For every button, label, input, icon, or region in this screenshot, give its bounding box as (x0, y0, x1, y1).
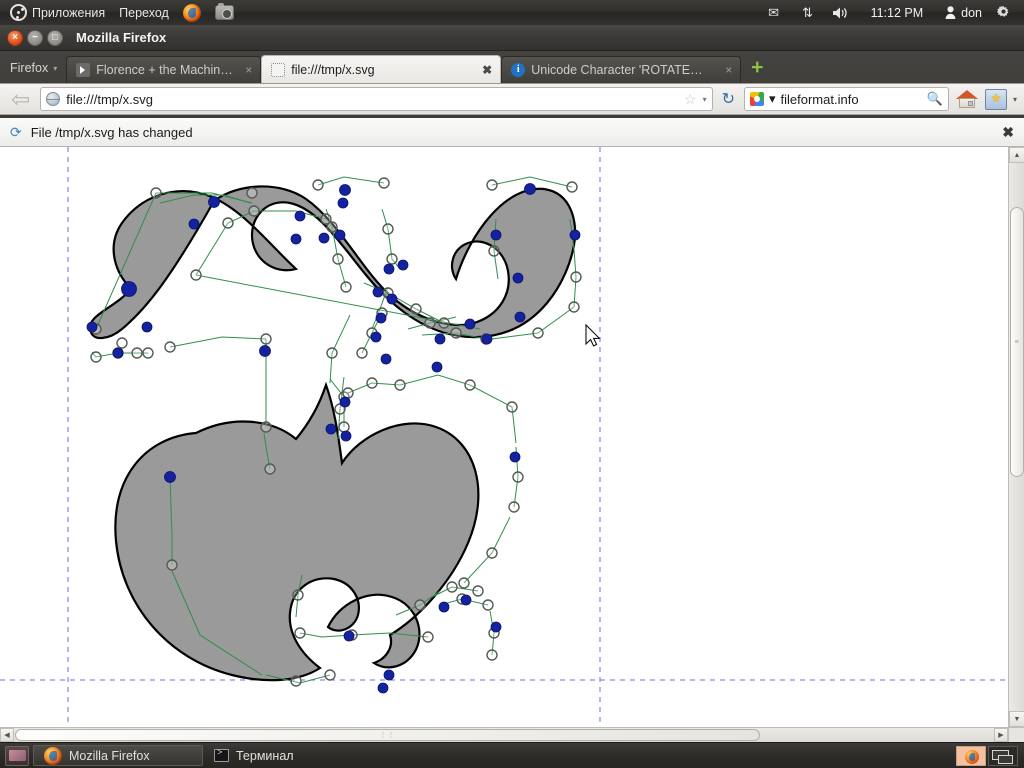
reload-button[interactable]: ↻ (719, 89, 738, 109)
workspace-1[interactable] (956, 745, 986, 766)
browser-content: ▲ ≡ ▼ ◀ ⋮⋮ ▶ (0, 147, 1024, 742)
window-maximize-button[interactable]: □ (47, 29, 63, 46)
clock-indicator[interactable]: 11:12 PM (856, 1, 939, 24)
user-name-label: don (961, 5, 982, 20)
navigation-toolbar: ⇦ file:///tmp/x.svg ☆ ▾ ↻ ▾ fileformat.i… (0, 83, 1024, 115)
clock-label: 11:12 PM (870, 5, 924, 20)
user-menu[interactable]: don (938, 1, 989, 24)
new-tab-button[interactable]: + (745, 55, 769, 79)
path-upper-flourish[interactable] (88, 185, 577, 340)
scroll-left-button[interactable]: ◀ (0, 728, 14, 742)
mail-indicator[interactable]: ✉ (757, 1, 791, 24)
scroll-down-button[interactable]: ▼ (1009, 711, 1024, 727)
maximize-icon: □ (51, 31, 59, 43)
horizontal-scroll-thumb[interactable]: ⋮⋮ (15, 729, 760, 741)
mini-window (998, 754, 1013, 764)
google-icon (749, 92, 764, 106)
chevron-down-icon[interactable]: ▾ (703, 95, 707, 104)
bookmarks-button[interactable] (984, 88, 1007, 110)
applications-menu-label: Приложения (32, 5, 106, 20)
tab-close-icon[interactable]: × (243, 63, 254, 77)
chevron-down-icon[interactable]: ▾ (1013, 95, 1017, 104)
firefox-menu-label: Firefox (10, 61, 49, 75)
blank-document-icon (271, 62, 286, 77)
notification-bar: ⟳ File /tmp/x.svg has changed ✖ (0, 118, 1024, 147)
session-menu[interactable] (989, 1, 1018, 24)
mail-icon: ✉ (768, 4, 780, 20)
firefox-icon (44, 746, 62, 765)
mouse-pointer-icon (585, 323, 601, 347)
volume-icon (832, 7, 847, 18)
bookmark-star-icon[interactable]: ☆ (684, 91, 697, 108)
task-label: Mozilla Firefox (69, 748, 150, 763)
window-titlebar: × − □ Mozilla Firefox (0, 25, 1024, 51)
network-indicator[interactable]: ⇅ (791, 1, 825, 24)
task-mozilla-firefox[interactable]: Mozilla Firefox (33, 745, 203, 766)
window-close-button[interactable]: × (7, 29, 23, 46)
tab-x-svg[interactable]: file:///tmp/x.svg ✖ (261, 55, 502, 83)
workspace-2[interactable] (988, 745, 1018, 766)
terminal-icon (214, 748, 229, 762)
places-menu-label: Переход (119, 5, 169, 20)
firefox-launcher[interactable] (176, 1, 208, 24)
tab-florence[interactable]: Florence + the Machine "Sh… × (66, 56, 262, 83)
applications-menu[interactable]: Приложения (3, 1, 112, 24)
home-button[interactable] (955, 88, 979, 110)
notification-close-icon[interactable]: ✖ (1002, 124, 1014, 141)
network-icon: ⇅ (802, 4, 814, 20)
panel-right-group: ✉ ⇅ 11:12 PM don (757, 1, 1024, 24)
workspace-switcher (956, 745, 1022, 766)
search-input[interactable]: fileformat.info (781, 92, 922, 107)
video-play-icon (76, 63, 91, 77)
tab-label: Unicode Character 'ROTATE… (531, 63, 703, 77)
globe-icon (46, 92, 61, 106)
magnifier-icon[interactable]: 🔍 (927, 91, 943, 107)
places-menu[interactable]: Переход (112, 1, 176, 24)
chevron-down-icon[interactable]: ▾ (769, 91, 776, 107)
firefox-icon (965, 749, 979, 764)
tab-close-icon[interactable]: ✖ (480, 63, 494, 77)
person-icon (945, 6, 956, 19)
minimize-icon: − (32, 31, 38, 43)
info-icon: i (511, 63, 526, 77)
screen-root: Приложения Переход ✉ ⇅ 11:12 PM don × − … (0, 0, 1024, 768)
back-button[interactable]: ⇦ (7, 87, 34, 111)
screenshot-camera-icon (214, 3, 234, 20)
search-bar[interactable]: ▾ fileformat.info 🔍 (743, 87, 949, 111)
task-label: Терминал (236, 748, 294, 763)
scrollbar-corner (1008, 727, 1024, 742)
window-title: Mozilla Firefox (76, 30, 167, 45)
chevron-down-icon: ▾ (53, 63, 58, 73)
vertical-scrollbar[interactable]: ▲ ≡ ▼ (1008, 147, 1024, 727)
address-bar[interactable]: file:///tmp/x.svg ☆ ▾ (40, 87, 713, 111)
firefox-menu-button[interactable]: Firefox ▾ (4, 56, 66, 80)
scroll-up-button[interactable]: ▲ (1009, 147, 1024, 163)
firefox-launcher-icon (182, 3, 201, 22)
tab-strip: Firefox ▾ Florence + the Machine "Sh… × … (0, 51, 1024, 83)
volume-indicator[interactable] (825, 1, 856, 24)
tab-unicode-character[interactable]: i Unicode Character 'ROTATE… × (501, 56, 742, 83)
ubuntu-logo-icon (10, 4, 27, 21)
close-icon: × (12, 31, 18, 43)
reload-icon[interactable]: ⟳ (10, 124, 22, 141)
gear-icon (996, 6, 1009, 17)
top-panel: Приложения Переход ✉ ⇅ 11:12 PM don (0, 0, 1024, 25)
tab-close-icon[interactable]: × (723, 63, 734, 77)
svg-canvas[interactable] (0, 147, 1008, 727)
show-desktop-icon[interactable] (5, 745, 29, 766)
task-terminal[interactable]: Терминал (203, 745, 373, 766)
tab-label: file:///tmp/x.svg (291, 62, 375, 77)
address-bar-value[interactable]: file:///tmp/x.svg (66, 92, 678, 107)
path-node-selected (121, 281, 137, 297)
notification-message: File /tmp/x.svg has changed (30, 124, 193, 140)
window-minimize-button[interactable]: − (27, 29, 43, 46)
vertical-scroll-thumb[interactable]: ≡ (1010, 207, 1024, 477)
screenshot-launcher[interactable] (208, 1, 241, 24)
scroll-right-button[interactable]: ▶ (994, 728, 1008, 742)
bottom-taskbar: Mozilla Firefox Терминал (0, 742, 1024, 768)
panel-left-group: Приложения Переход (0, 1, 241, 24)
svg-drawing[interactable] (0, 147, 1008, 727)
horizontal-scrollbar[interactable]: ◀ ⋮⋮ ▶ (0, 727, 1008, 742)
tab-label: Florence + the Machine "Sh… (96, 63, 237, 77)
